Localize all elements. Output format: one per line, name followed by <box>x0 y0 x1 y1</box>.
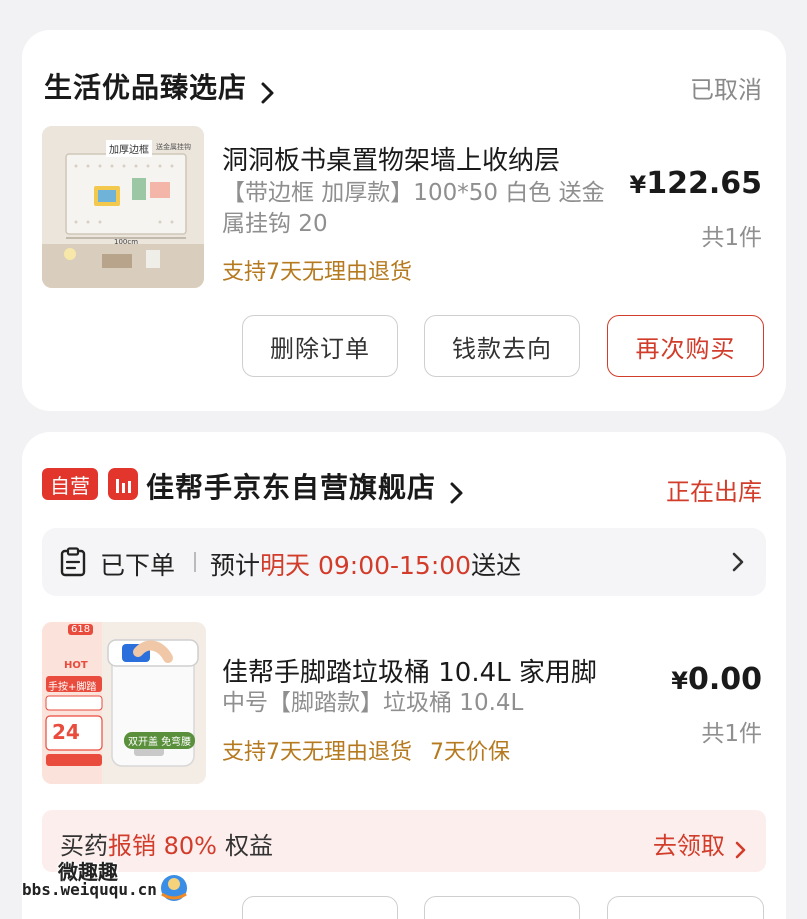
money-flow-button[interactable]: 钱款去向 <box>424 315 580 377</box>
thumb-618-badge: 618 <box>68 624 94 635</box>
thumb-label: 加厚边框 <box>106 140 152 157</box>
promo-claim-link[interactable]: 去领取 <box>653 826 748 861</box>
thumb-price: 24 <box>52 720 80 744</box>
watermark-logo-icon <box>161 875 187 901</box>
order-status: 正在出库 <box>666 478 762 506</box>
delete-order-button[interactable]: 删除订单 <box>242 315 398 377</box>
product-quantity: 共1件 <box>701 225 762 251</box>
shipping-info-bar[interactable]: 已下单 预计明天 09:00-15:00送达 <box>42 528 766 596</box>
watermark-url: bbs.weiququ.cn <box>22 880 157 899</box>
estimate-prefix: 预计 <box>210 551 261 580</box>
product-image[interactable]: 618 HOT 手按+脚踏 24 双开盖 免弯腰 <box>42 622 206 784</box>
store-name[interactable]: 生活优品臻选店 <box>44 71 247 104</box>
estimate-suffix: 送达 <box>471 551 522 580</box>
divider <box>194 552 196 572</box>
jd-logo-icon <box>108 468 138 500</box>
chevron-right-icon <box>261 82 274 103</box>
currency-symbol: ¥ <box>629 171 647 199</box>
return-policy-text: 支持7天无理由退货 <box>222 740 412 765</box>
chevron-right-icon <box>450 482 463 503</box>
rebuy-button[interactable]: 再次购买 <box>607 315 764 377</box>
return-policy: 支持7天无理由退货 <box>222 260 412 285</box>
price-value: 122.65 <box>646 166 762 201</box>
currency-symbol: ¥ <box>671 667 688 695</box>
thumb-hot-label: HOT <box>64 660 88 671</box>
store-name[interactable]: 佳帮手京东自营旗舰店 <box>146 471 436 504</box>
return-policy: 支持7天无理由退货 7天价保 <box>222 734 510 766</box>
product-title[interactable]: 洞洞板书桌置物架墙上收纳层 <box>222 140 560 177</box>
chevron-right-icon <box>732 552 744 572</box>
chevron-right-icon <box>735 841 746 858</box>
store-header[interactable]: 生活优品臻选店 <box>44 66 278 106</box>
price-protect-text: 7天价保 <box>430 740 510 765</box>
price-value: 0.00 <box>687 662 762 697</box>
product-spec: 中号【脚踏款】垃圾桶 10.4L <box>222 690 524 716</box>
order-action-button-2[interactable] <box>424 896 580 919</box>
clipboard-icon <box>60 547 86 577</box>
order-action-button-1[interactable] <box>242 896 398 919</box>
thumb-bubble: 双开盖 免弯腰 <box>124 732 196 749</box>
trash-bin-image <box>42 622 206 784</box>
thumb-caption: 手按+脚踏 <box>48 682 97 693</box>
order-card-1[interactable]: 生活优品臻选店 已取消 加厚边框 送金属挂钩 100cm 洞洞板书桌置物架墙上收… <box>22 30 786 411</box>
product-image[interactable]: 加厚边框 送金属挂钩 100cm <box>42 126 204 288</box>
estimate-time: 明天 09:00-15:00 <box>260 551 472 580</box>
store-header[interactable]: 佳帮手京东自营旗舰店 <box>146 466 467 506</box>
thumb-tag: 送金属挂钩 <box>156 143 191 151</box>
product-price: ¥0.00 <box>671 662 762 697</box>
thumb-width-label: 100cm <box>114 238 139 246</box>
promo-link-label[interactable]: 去领取 <box>653 832 725 860</box>
product-title[interactable]: 佳帮手脚踏垃圾桶 10.4L 家用脚 <box>222 652 597 689</box>
self-operated-badge: 自营 <box>42 468 98 500</box>
promo-bar[interactable]: 买药报销 80% 权益 去领取 <box>42 810 766 872</box>
product-quantity: 共1件 <box>701 721 762 747</box>
promo-highlight: 报销 80% <box>108 832 217 860</box>
order-status: 已取消 <box>690 76 762 104</box>
product-price: ¥122.65 <box>630 166 762 201</box>
order-action-button-3[interactable] <box>607 896 764 919</box>
delivery-estimate: 预计明天 09:00-15:00送达 <box>210 546 521 582</box>
product-spec: 【带边框 加厚款】100*50 白色 送金属挂钩 20 <box>222 180 605 237</box>
order-card-2[interactable]: 自营 佳帮手京东自营旗舰店 正在出库 已下单 预计明天 09:00-15:00送… <box>22 432 786 919</box>
promo-suffix: 权益 <box>224 832 273 860</box>
shipping-state: 已下单 <box>100 551 176 580</box>
